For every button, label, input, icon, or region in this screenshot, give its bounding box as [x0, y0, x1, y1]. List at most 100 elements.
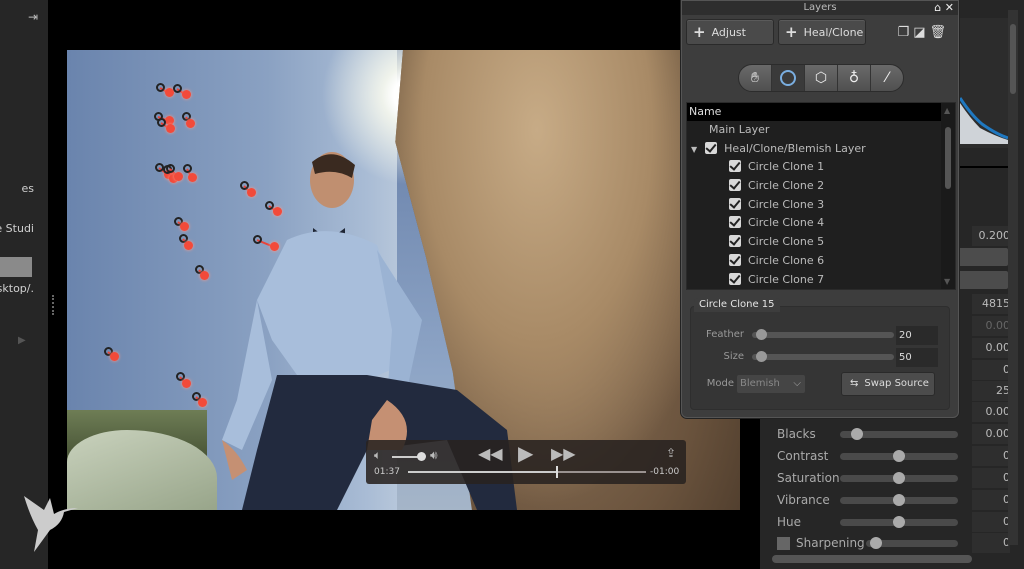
slider-knob[interactable]: [870, 537, 882, 549]
clone-source-handle[interactable]: [183, 164, 192, 173]
scroll-down-icon[interactable]: ▼: [944, 277, 950, 286]
clone-source-handle[interactable]: [157, 118, 166, 127]
tree-scrollbar[interactable]: ▲ ▼: [941, 103, 955, 289]
clone-target-handle[interactable]: [200, 271, 209, 280]
main-layer-row[interactable]: Main Layer: [687, 121, 955, 140]
collapse-triangle-icon[interactable]: ▼: [691, 145, 697, 154]
size-knob[interactable]: [755, 351, 767, 362]
clone-target-handle[interactable]: [247, 188, 256, 197]
volume-low-icon[interactable]: 🔈︎: [374, 448, 381, 463]
value-field[interactable]: 4815: [972, 294, 1010, 314]
adjust-slider[interactable]: [866, 537, 958, 549]
layer-checkbox[interactable]: [729, 197, 741, 210]
swap-source-button[interactable]: ⇆ Swap Source: [841, 372, 935, 396]
panel-resize-handle[interactable]: [52, 295, 54, 315]
clone-layer-row[interactable]: Circle Clone 5: [687, 233, 955, 252]
clone-layer-row[interactable]: Circle Clone 7: [687, 271, 955, 290]
clone-target-handle[interactable]: [166, 124, 175, 133]
slider-knob[interactable]: [893, 516, 905, 528]
volume-high-icon[interactable]: 🔊︎: [430, 448, 438, 463]
clone-target-handle[interactable]: [182, 90, 191, 99]
clone-layer-row[interactable]: Circle Clone 3: [687, 196, 955, 215]
circle-tool[interactable]: [772, 65, 805, 91]
pin-icon[interactable]: ⇥: [28, 10, 38, 24]
left-panel-selected-item[interactable]: [0, 257, 32, 277]
duplicate-icon[interactable]: ❐: [898, 25, 914, 40]
value-field[interactable]: 0: [972, 468, 1010, 488]
feather-knob[interactable]: [755, 329, 767, 340]
clone-source-handle[interactable]: [156, 83, 165, 92]
scrollbar-thumb[interactable]: [1010, 24, 1016, 94]
share-icon[interactable]: ⇪: [666, 446, 676, 460]
value-field[interactable]: 0.00: [972, 402, 1010, 422]
slider-knob[interactable]: [893, 472, 905, 484]
layer-checkbox[interactable]: [729, 179, 741, 192]
clone-target-handle[interactable]: [188, 173, 197, 182]
add-adjust-button[interactable]: + Adjust: [686, 19, 774, 45]
tree-column-header[interactable]: Name: [687, 103, 942, 121]
adjust-slider[interactable]: [840, 450, 958, 462]
add-heal-clone-button[interactable]: + Heal/Clone: [778, 19, 866, 45]
clone-layer-row[interactable]: Circle Clone 1: [687, 158, 955, 177]
clone-source-handle[interactable]: [253, 235, 262, 244]
horizontal-scrollbar[interactable]: [772, 555, 972, 563]
fast-forward-button[interactable]: ▶▶: [551, 444, 576, 463]
layer-checkbox[interactable]: [729, 160, 741, 173]
clone-layer-row[interactable]: Circle Clone 4: [687, 214, 955, 233]
group-layer-row[interactable]: ▼ Heal/Clone/Blemish Layer: [687, 140, 955, 159]
clone-layer-row[interactable]: Circle Clone 6: [687, 252, 955, 271]
sharpening-checkbox[interactable]: [777, 537, 790, 550]
feather-slider[interactable]: [752, 329, 894, 340]
rewind-button[interactable]: ◀◀: [478, 444, 503, 463]
expand-arrow-icon[interactable]: ▶: [18, 335, 26, 346]
value-field[interactable]: 0: [972, 512, 1010, 532]
layer-checkbox[interactable]: [729, 253, 741, 266]
scrollbar-thumb[interactable]: [945, 127, 951, 189]
freeform-tool[interactable]: ♁: [838, 65, 871, 91]
scroll-up-icon[interactable]: ▲: [944, 106, 950, 115]
mode-select[interactable]: Blemish ⌵: [737, 375, 805, 393]
clone-target-handle[interactable]: [270, 242, 279, 251]
clone-target-handle[interactable]: [198, 398, 207, 407]
volume-knob[interactable]: [416, 452, 426, 461]
layer-checkbox[interactable]: [729, 216, 741, 229]
adjust-slider[interactable]: [840, 428, 958, 440]
layer-checkbox[interactable]: [729, 272, 741, 285]
home-icon[interactable]: ⌂: [934, 1, 941, 14]
polygon-tool[interactable]: ⬡: [805, 65, 838, 91]
value-field[interactable]: 0.200: [972, 226, 1010, 246]
slider-knob[interactable]: [893, 494, 905, 506]
clone-source-handle[interactable]: [173, 84, 182, 93]
slider-knob[interactable]: [850, 428, 863, 440]
hand-tool[interactable]: ✋︎: [739, 65, 772, 91]
clone-target-handle[interactable]: [273, 207, 282, 216]
feather-value[interactable]: 20: [896, 326, 938, 345]
slider-knob[interactable]: [893, 450, 905, 462]
value-field[interactable]: 0.00: [972, 424, 1010, 444]
adjust-slider[interactable]: [840, 494, 958, 506]
value-field[interactable]: 0: [972, 360, 1010, 380]
close-icon[interactable]: ✕: [945, 1, 954, 14]
value-field[interactable]: 0: [972, 446, 1010, 466]
layer-checkbox[interactable]: [705, 141, 718, 154]
layers-titlebar[interactable]: Layers ⌂ ✕: [682, 1, 958, 15]
video-scrubber[interactable]: [408, 466, 646, 478]
value-field[interactable]: 0.00: [972, 316, 1010, 336]
value-field[interactable]: 25: [972, 381, 1010, 401]
size-value[interactable]: 50: [896, 348, 938, 367]
value-field[interactable]: 0.00: [972, 338, 1010, 358]
left-panel-item[interactable]: sktop/.: [0, 282, 34, 295]
trash-icon[interactable]: 🗑︎: [929, 25, 950, 40]
value-field[interactable]: 0: [972, 533, 1010, 553]
clone-target-handle[interactable]: [110, 352, 119, 361]
value-field[interactable]: 0: [972, 490, 1010, 510]
layer-checkbox[interactable]: [729, 235, 741, 248]
play-button[interactable]: ▶: [518, 441, 533, 465]
size-slider[interactable]: [752, 351, 894, 362]
clone-layer-row[interactable]: Circle Clone 2: [687, 177, 955, 196]
left-panel-item[interactable]: e Studi: [0, 222, 34, 235]
scrubber-playhead[interactable]: [555, 466, 558, 478]
clone-target-handle[interactable]: [184, 241, 193, 250]
adjust-slider[interactable]: [840, 472, 958, 484]
right-panel-scrollbar[interactable]: [1008, 10, 1018, 545]
